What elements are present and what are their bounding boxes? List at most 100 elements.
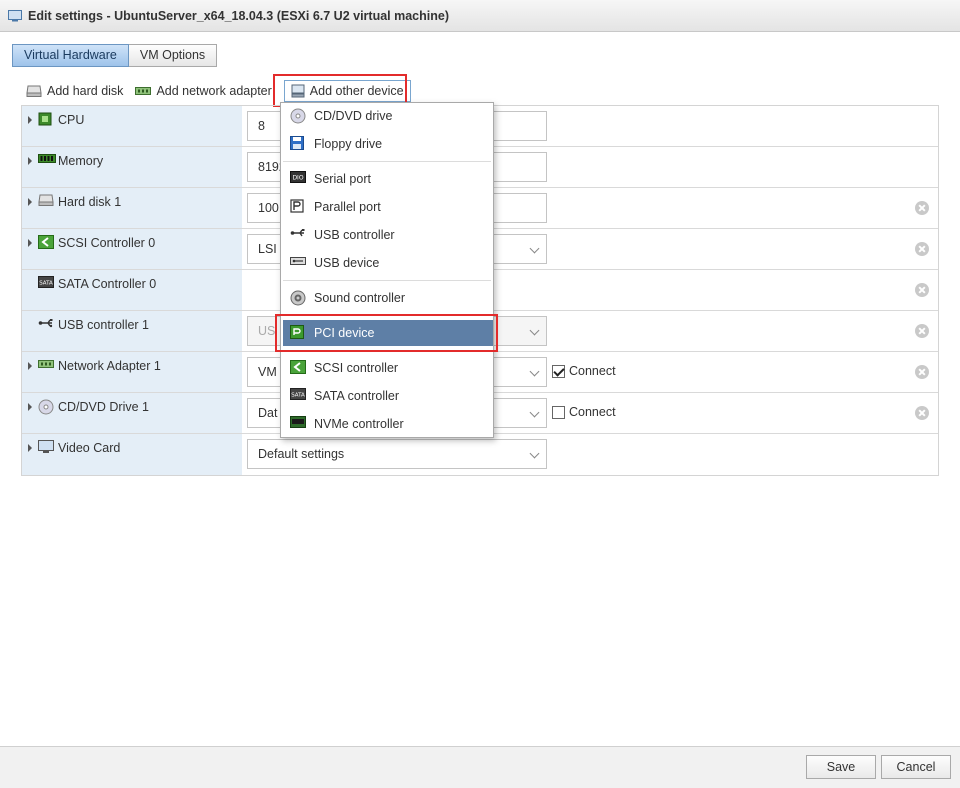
parallel-port-icon	[290, 199, 304, 213]
menu-item-label: NVMe controller	[314, 417, 404, 431]
expand-arrow-icon[interactable]	[28, 444, 32, 452]
cdrom-connect[interactable]: Connect	[552, 405, 616, 419]
hardware-row-video: Video Card Default settings	[22, 434, 938, 475]
network-connect-checkbox[interactable]	[552, 364, 565, 378]
svg-text:SATA: SATA	[291, 393, 305, 399]
hard-disk-icon	[26, 85, 42, 97]
remove-cdrom-icon[interactable]	[915, 406, 929, 420]
cdrom-label: CD/DVD Drive 1	[58, 400, 149, 414]
network-connect[interactable]: Connect	[552, 364, 616, 378]
usb-icon	[290, 229, 305, 237]
menu-item-sata-controller[interactable]: SATA SATA controller	[281, 383, 493, 409]
menu-item-label: Serial port	[314, 172, 371, 186]
expand-arrow-icon[interactable]	[28, 116, 32, 124]
tab-vm-options[interactable]: VM Options	[128, 44, 218, 67]
menu-item-label: SCSI controller	[314, 361, 399, 375]
serial-port-icon: DIO	[290, 171, 306, 183]
menu-item-label: USB controller	[314, 228, 395, 242]
network-label-cell[interactable]: Network Adapter 1	[22, 352, 242, 392]
scsi-controller-icon	[290, 360, 306, 374]
cdrom-connect-label: Connect	[569, 405, 616, 419]
sata-label: SATA Controller 0	[58, 277, 157, 291]
usb-label: USB controller 1	[58, 318, 150, 332]
menu-item-scsi-controller[interactable]: SCSI controller	[281, 355, 493, 381]
svg-text:SATA: SATA	[39, 281, 53, 287]
add-network-adapter-label: Add network adapter	[156, 84, 272, 98]
settings-tabs: Virtual Hardware VM Options	[12, 44, 218, 67]
remove-network-adapter-icon[interactable]	[915, 365, 929, 379]
remove-scsi-controller-icon[interactable]	[915, 242, 929, 256]
cdrom-connect-checkbox[interactable]	[552, 405, 565, 419]
memory-label-cell[interactable]: Memory	[22, 147, 242, 187]
cdrom-label-cell[interactable]: CD/DVD Drive 1	[22, 393, 242, 433]
menu-separator	[283, 161, 491, 162]
menu-item-parallel-port[interactable]: Parallel port	[281, 194, 493, 220]
tab-virtual-hardware[interactable]: Virtual Hardware	[12, 44, 129, 67]
video-label: Video Card	[58, 441, 121, 455]
cpu-label: CPU	[58, 113, 85, 127]
expand-arrow-icon[interactable]	[28, 198, 32, 206]
remove-sata-controller-icon[interactable]	[915, 283, 929, 297]
video-card-icon	[38, 440, 54, 453]
network-adapter-icon	[38, 360, 54, 368]
nvme-controller-icon	[290, 416, 306, 428]
svg-text:DIO: DIO	[292, 175, 303, 182]
menu-separator	[283, 280, 491, 281]
network-connect-label: Connect	[569, 364, 616, 378]
sata-controller-icon: SATA	[38, 276, 54, 288]
expand-arrow-icon[interactable]	[28, 157, 32, 165]
memory-icon	[38, 154, 56, 163]
menu-item-floppy-drive[interactable]: Floppy drive	[281, 131, 493, 157]
usb-label-cell[interactable]: USB controller 1	[22, 311, 242, 351]
cd-dvd-icon	[38, 399, 54, 415]
expand-arrow-icon[interactable]	[28, 362, 32, 370]
add-hard-disk-label: Add hard disk	[47, 84, 124, 98]
menu-item-usb-controller[interactable]: USB controller	[281, 222, 493, 248]
dialog-footer: Save Cancel	[0, 746, 960, 788]
window-title-bar: Edit settings - UbuntuServer_x64_18.04.3…	[0, 0, 960, 32]
cancel-button[interactable]: Cancel	[881, 755, 951, 779]
network-adapter-icon	[135, 87, 152, 95]
sata-controller-icon: SATA	[290, 388, 306, 400]
menu-item-label: Parallel port	[314, 200, 381, 214]
video-label-cell[interactable]: Video Card	[22, 434, 242, 475]
sound-controller-icon	[290, 290, 306, 306]
vm-window-icon	[8, 9, 22, 21]
sata-label-cell[interactable]: SATA SATA Controller 0	[22, 270, 242, 310]
menu-item-label: USB device	[314, 256, 380, 270]
menu-item-label: Sound controller	[314, 291, 406, 305]
video-select[interactable]: Default settings	[247, 439, 547, 469]
cd-dvd-icon	[290, 108, 306, 124]
cpu-icon	[38, 112, 52, 126]
scsi-label: SCSI Controller 0	[58, 236, 156, 250]
annotation-pci-device	[275, 314, 498, 352]
expand-arrow-icon[interactable]	[28, 239, 32, 247]
menu-item-nvme-controller[interactable]: NVMe controller	[281, 411, 493, 437]
hard-disk-icon	[38, 194, 54, 206]
menu-item-label: CD/DVD drive	[314, 109, 393, 123]
scsi-label-cell[interactable]: SCSI Controller 0	[22, 229, 242, 269]
expand-arrow-icon[interactable]	[28, 403, 32, 411]
hard-disk-label: Hard disk 1	[58, 195, 122, 209]
add-hard-disk-button[interactable]: Add hard disk	[26, 80, 123, 102]
hard-disk-label-cell[interactable]: Hard disk 1	[22, 188, 242, 228]
menu-item-serial-port[interactable]: DIO Serial port	[281, 166, 493, 192]
video-value-cell: Default settings	[242, 434, 938, 475]
network-label: Network Adapter 1	[58, 359, 161, 373]
usb-icon	[38, 319, 53, 328]
floppy-icon	[290, 136, 304, 150]
menu-item-usb-device[interactable]: USB device	[281, 250, 493, 276]
window-title: Edit settings - UbuntuServer_x64_18.04.3…	[28, 8, 449, 23]
menu-item-cd-dvd-drive[interactable]: CD/DVD drive	[281, 103, 493, 129]
menu-item-label: SATA controller	[314, 389, 399, 403]
save-button[interactable]: Save	[806, 755, 876, 779]
remove-hard-disk-icon[interactable]	[915, 201, 929, 215]
scsi-controller-icon	[38, 235, 54, 249]
add-network-adapter-button[interactable]: Add network adapter	[135, 80, 272, 102]
remove-usb-controller-icon[interactable]	[915, 324, 929, 338]
menu-item-label: Floppy drive	[314, 137, 383, 151]
cpu-label-cell[interactable]: CPU	[22, 106, 242, 146]
menu-item-sound-controller[interactable]: Sound controller	[281, 285, 493, 311]
memory-label: Memory	[58, 154, 104, 168]
add-other-device-menu: CD/DVD drive Floppy drive DIO Serial por…	[280, 102, 494, 438]
